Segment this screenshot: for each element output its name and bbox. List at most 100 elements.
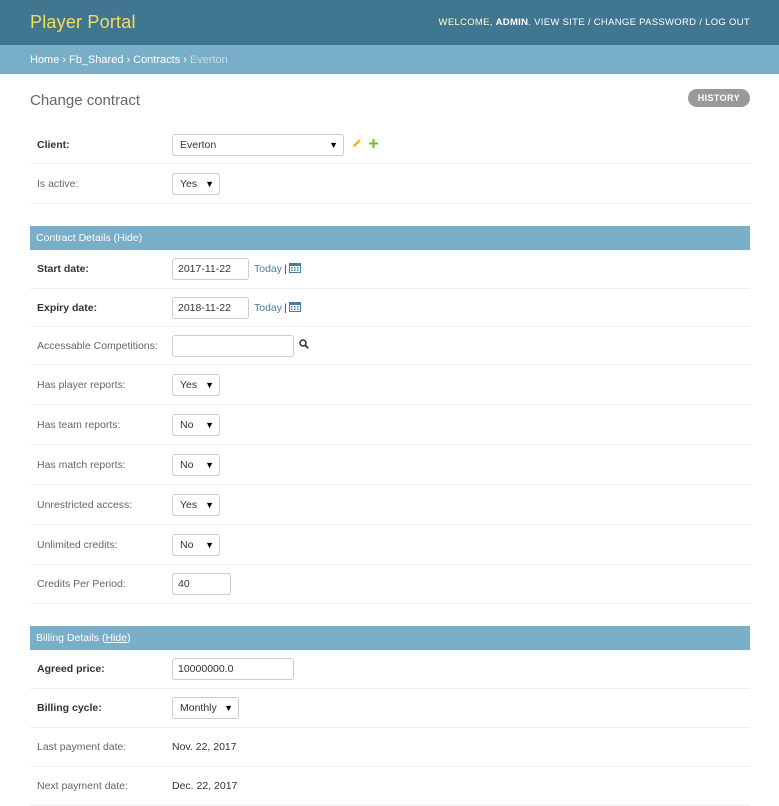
breadcrumb-current: Everton (189, 53, 228, 66)
expiry-date-input[interactable]: 2018-11-22 (172, 296, 249, 319)
breadcrumb: Home › Fb_Shared › Contracts › Everton (0, 45, 779, 74)
start-date-field: 2017-11-22 Today | (172, 258, 301, 280)
welcome-text: Welcome, (438, 17, 493, 28)
player-reports-select[interactable]: Yes ▼ (172, 373, 220, 396)
unrestricted-access-label: Unrestricted access: (37, 498, 133, 511)
billing-toggle-close: ) (127, 632, 131, 644)
chevron-down-icon: ▼ (224, 703, 233, 713)
view-site-link[interactable]: View site (534, 17, 585, 28)
next-payment-row: Next payment date: Dec. 22, 2017 (30, 767, 750, 806)
start-date-row: Start date: 2017-11-22 Today | (30, 250, 750, 289)
team-reports-value: No (180, 418, 194, 431)
credits-per-period-input[interactable]: 40 (172, 573, 231, 595)
start-date-input[interactable]: 2017-11-22 (172, 258, 249, 280)
competitions-field (172, 334, 309, 357)
team-reports-select[interactable]: No ▼ (172, 413, 220, 436)
calendar-icon[interactable] (288, 301, 301, 315)
match-reports-row: Has match reports: No ▼ (30, 445, 750, 485)
competitions-input[interactable] (172, 334, 294, 357)
breadcrumb-separator: › (62, 53, 67, 66)
search-icon[interactable] (299, 339, 309, 352)
is-active-label: Is active: (37, 177, 79, 190)
expiry-date-field: 2018-11-22 Today | (172, 296, 301, 319)
unlimited-credits-label: Unlimited credits: (37, 538, 118, 551)
last-payment-row: Last payment date: Nov. 22, 2017 (30, 728, 750, 767)
separator: | (284, 301, 287, 314)
next-payment-value: Dec. 22, 2017 (172, 780, 238, 792)
expiry-date-today-link[interactable]: Today (254, 302, 282, 314)
unrestricted-access-select[interactable]: Yes ▼ (172, 493, 220, 516)
agreed-price-label: Agreed price: (37, 663, 105, 675)
last-payment-label: Last payment date: (37, 741, 127, 753)
billing-details-title: Billing Details (36, 632, 100, 644)
billing-cycle-value: Monthly (180, 702, 217, 714)
expiry-date-label: Expiry date: (37, 301, 98, 314)
team-reports-row: Has team reports: No ▼ (30, 405, 750, 445)
match-reports-value: No (180, 458, 194, 471)
calendar-icon[interactable] (288, 262, 301, 276)
client-select-value: Everton (180, 138, 217, 151)
billing-cycle-select[interactable]: Monthly ▼ (172, 697, 239, 719)
player-reports-label: Has player reports: (37, 378, 126, 391)
credits-per-period-row: Credits Per Period: 40 (30, 565, 750, 604)
unrestricted-access-row: Unrestricted access: Yes ▼ (30, 485, 750, 525)
brand-title[interactable]: Player Portal (30, 12, 136, 33)
contract-details-toggle[interactable]: (Hide) (114, 232, 143, 244)
pencil-icon[interactable] (352, 138, 362, 151)
unlimited-credits-row: Unlimited credits: No ▼ (30, 525, 750, 565)
change-password-link[interactable]: Change password (594, 17, 697, 28)
unlimited-credits-select[interactable]: No ▼ (172, 533, 220, 556)
start-date-today-link[interactable]: Today (254, 263, 282, 275)
chevron-down-icon: ▼ (205, 419, 214, 430)
is-active-value: Yes (180, 177, 198, 190)
add-icon[interactable] (369, 138, 378, 151)
header: Player Portal Welcome, admin. View site … (0, 0, 779, 45)
player-reports-value: Yes (180, 378, 198, 391)
team-reports-label: Has team reports: (37, 418, 121, 431)
competitions-label: Accessable Competitions: (37, 339, 158, 352)
chevron-down-icon: ▼ (205, 379, 214, 390)
chevron-down-icon: ▼ (205, 499, 214, 510)
chevron-down-icon: ▼ (205, 459, 214, 470)
billing-details-toggle[interactable]: Hide (105, 632, 127, 644)
page-title: Change contract (30, 91, 141, 109)
credits-per-period-label: Credits Per Period: (37, 578, 126, 590)
billing-cycle-label: Billing cycle: (37, 702, 102, 714)
breadcrumb-separator: › (126, 53, 131, 66)
username: admin (495, 17, 529, 28)
logout-link[interactable]: Log out (705, 17, 750, 28)
client-label: Client: (37, 138, 70, 151)
breadcrumb-model[interactable]: Contracts (133, 54, 180, 66)
unlimited-credits-value: No (180, 538, 194, 551)
is-active-select[interactable]: Yes ▼ (172, 172, 220, 195)
breadcrumb-app[interactable]: Fb_Shared (69, 54, 123, 66)
user-tools: Welcome, admin. View site / Change passw… (438, 17, 750, 28)
player-reports-row: Has player reports: Yes ▼ (30, 365, 750, 405)
agreed-price-row: Agreed price: 10000000.0 (30, 650, 750, 689)
competitions-row: Accessable Competitions: (30, 327, 750, 365)
billing-cycle-row: Billing cycle: Monthly ▼ (30, 689, 750, 728)
breadcrumb-home[interactable]: Home (30, 54, 59, 66)
client-row: Client: Everton ▼ (30, 126, 750, 164)
chevron-down-icon: ▼ (205, 539, 214, 550)
client-select[interactable]: Everton ▼ (172, 133, 344, 156)
expiry-date-row: Expiry date: 2018-11-22 Today | (30, 289, 750, 327)
is-active-row: Is active: Yes ▼ (30, 164, 750, 204)
chevron-down-icon: ▼ (205, 178, 214, 189)
chevron-down-icon: ▼ (329, 139, 338, 150)
next-payment-label: Next payment date: (37, 780, 129, 792)
start-date-label: Start date: (37, 263, 89, 275)
match-reports-select[interactable]: No ▼ (172, 453, 220, 476)
billing-details-caption: Billing Details (Hide) (30, 626, 750, 650)
match-reports-label: Has match reports: (37, 458, 126, 471)
history-button[interactable]: History (687, 89, 750, 107)
client-field: Everton ▼ (172, 133, 378, 156)
separator: / (587, 17, 591, 28)
last-payment-value: Nov. 22, 2017 (172, 741, 237, 753)
title-bar: Change contract History (30, 74, 750, 126)
unrestricted-access-value: Yes (180, 498, 198, 511)
separator: / (699, 17, 703, 28)
separator: | (284, 263, 287, 275)
content: Change contract History Client: Everton … (0, 74, 779, 806)
agreed-price-input[interactable]: 10000000.0 (172, 658, 294, 680)
